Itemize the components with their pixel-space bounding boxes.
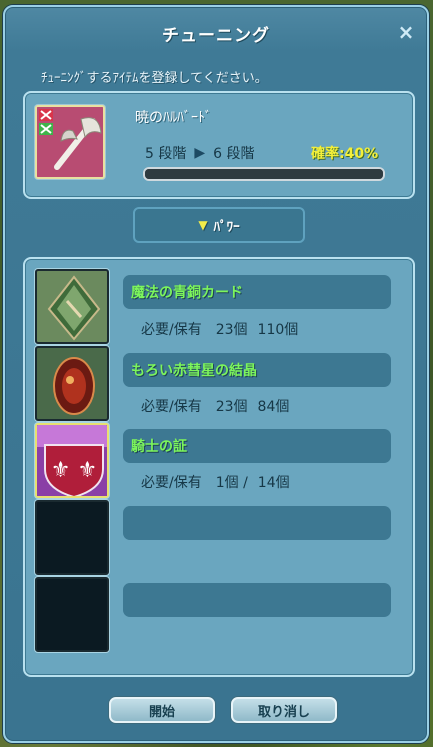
required-count: 1個 /: [215, 475, 248, 491]
bronze-card-icon[interactable]: [35, 269, 109, 344]
material-name: もろい赤彗星の結晶: [123, 353, 391, 387]
start-button[interactable]: 開始: [109, 697, 215, 723]
tuning-progress-bar: [143, 167, 385, 181]
close-icon[interactable]: ×: [395, 21, 417, 43]
required-count: 23個: [215, 399, 248, 415]
material-name: [123, 506, 391, 540]
empty-material-slot[interactable]: [35, 577, 109, 652]
count-label: 必要/保有: [141, 322, 202, 338]
from-stage: 5 段階: [145, 146, 187, 162]
cancel-button[interactable]: 取り消し: [231, 697, 337, 723]
red-crystal-icon[interactable]: [35, 346, 109, 421]
stage-row: 5 段階 ▶ 6 段階: [145, 143, 255, 163]
to-stage: 6 段階: [213, 146, 255, 162]
svg-text:⚜ ⚜: ⚜ ⚜: [51, 458, 97, 483]
target-item-panel: 暁のﾊﾙﾊﾞｰﾄﾞ 5 段階 ▶ 6 段階 確率:40%: [23, 91, 415, 199]
material-name: [123, 583, 391, 617]
required-count: 23個: [215, 322, 248, 338]
arrow-right-icon: ▶: [194, 145, 206, 161]
power-dropdown-button[interactable]: ▼ ﾊﾟﾜｰ: [133, 207, 305, 243]
instruction-text: ﾁｭｰﾆﾝｸﾞするｱｲﾃﾑを登録してください。: [41, 71, 268, 86]
material-name: 魔法の青銅カード: [123, 275, 391, 309]
material-name: 騎士の証: [123, 429, 391, 463]
count-label: 必要/保有: [141, 475, 202, 491]
window-title: チューニング: [162, 26, 270, 46]
material-count: 必要/保有 23個 84個: [141, 396, 289, 416]
knight-crest-icon[interactable]: ⚜ ⚜: [35, 423, 109, 498]
owned-count: 84個: [257, 399, 290, 415]
power-label: ﾊﾟﾜｰ: [213, 219, 240, 235]
empty-material-slot[interactable]: [35, 500, 109, 575]
target-item-name: 暁のﾊﾙﾊﾞｰﾄﾞ: [135, 110, 212, 126]
halberd-icon[interactable]: [35, 105, 105, 179]
triangle-down-icon: ▼: [198, 218, 208, 232]
material-count: 必要/保有 1個 / 14個: [141, 472, 290, 492]
materials-panel: 魔法の青銅カード 必要/保有 23個 110個 もろい赤彗星の結晶 必要/保有 …: [23, 257, 415, 677]
success-rate: 確率:40%: [311, 146, 379, 162]
count-label: 必要/保有: [141, 399, 202, 415]
owned-count: 14個: [257, 475, 290, 491]
material-count: 必要/保有 23個 110個: [141, 319, 298, 339]
owned-count: 110個: [257, 322, 299, 338]
tuning-window: チューニング × ﾁｭｰﾆﾝｸﾞするｱｲﾃﾑを登録してください。 暁のﾊﾙﾊﾞｰ…: [3, 5, 429, 743]
progress-fill: [145, 169, 383, 179]
